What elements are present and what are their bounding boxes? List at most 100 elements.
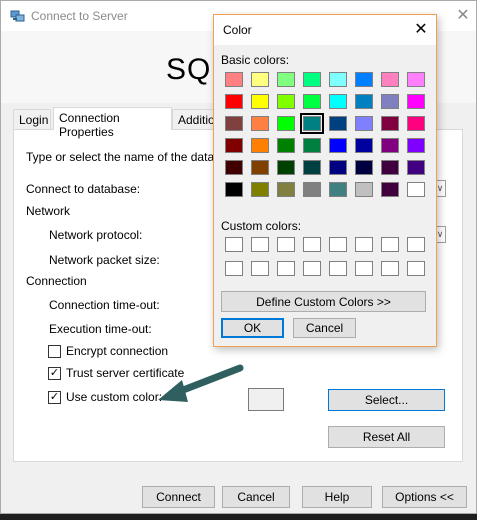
basic-color-swatch[interactable] bbox=[251, 138, 269, 153]
encrypt-connection-checkbox[interactable] bbox=[48, 345, 61, 358]
tab-additional-label: Additio bbox=[178, 113, 215, 127]
basic-color-swatch[interactable] bbox=[407, 94, 425, 109]
basic-color-swatch[interactable] bbox=[303, 160, 321, 175]
basic-color-swatch[interactable] bbox=[225, 182, 243, 197]
checkmark-icon: ✓ bbox=[49, 391, 60, 403]
connect-button[interactable]: Connect bbox=[142, 486, 215, 508]
basic-color-swatch[interactable] bbox=[407, 160, 425, 175]
close-icon[interactable]: ✕ bbox=[455, 7, 471, 25]
cancel-button[interactable]: Cancel bbox=[222, 486, 290, 508]
custom-color-swatch[interactable] bbox=[329, 237, 347, 252]
basic-color-swatch[interactable] bbox=[329, 138, 347, 153]
custom-color-swatch[interactable] bbox=[355, 237, 373, 252]
basic-color-swatch[interactable] bbox=[329, 160, 347, 175]
custom-color-swatch[interactable] bbox=[407, 261, 425, 276]
options-button[interactable]: Options << bbox=[382, 486, 467, 508]
custom-color-swatch[interactable] bbox=[407, 237, 425, 252]
basic-color-swatch[interactable] bbox=[355, 160, 373, 175]
custom-color-swatch[interactable] bbox=[303, 237, 321, 252]
basic-color-swatch[interactable] bbox=[303, 72, 321, 87]
basic-color-swatch[interactable] bbox=[355, 182, 373, 197]
trust-server-certificate-checkbox[interactable]: ✓ bbox=[48, 367, 61, 380]
basic-color-swatch[interactable] bbox=[407, 138, 425, 153]
basic-color-swatch[interactable] bbox=[381, 116, 399, 131]
basic-color-swatch[interactable] bbox=[251, 160, 269, 175]
basic-color-swatch[interactable] bbox=[225, 160, 243, 175]
custom-color-swatch[interactable] bbox=[303, 261, 321, 276]
server-icon bbox=[10, 10, 25, 22]
tab-additional[interactable]: Additio bbox=[172, 109, 216, 129]
custom-color-swatch[interactable] bbox=[277, 261, 295, 276]
basic-color-swatch[interactable] bbox=[329, 72, 347, 87]
basic-color-swatch[interactable] bbox=[225, 94, 243, 109]
custom-color-swatch[interactable] bbox=[251, 237, 269, 252]
basic-color-swatch[interactable] bbox=[381, 94, 399, 109]
custom-color-preview bbox=[248, 388, 284, 411]
basic-color-swatch[interactable] bbox=[407, 182, 425, 197]
help-button[interactable]: Help bbox=[302, 486, 372, 508]
basic-color-swatch[interactable] bbox=[381, 160, 399, 175]
define-custom-colors-button[interactable]: Define Custom Colors >> bbox=[221, 291, 426, 312]
basic-color-swatch[interactable] bbox=[381, 138, 399, 153]
basic-color-swatch[interactable] bbox=[303, 182, 321, 197]
basic-color-swatch[interactable] bbox=[251, 72, 269, 87]
basic-color-swatch[interactable] bbox=[303, 138, 321, 153]
basic-color-swatch[interactable] bbox=[329, 182, 347, 197]
basic-color-swatch[interactable] bbox=[329, 116, 347, 131]
basic-color-swatch[interactable] bbox=[407, 72, 425, 87]
ok-button[interactable]: OK bbox=[221, 318, 284, 338]
window-title: Connect to Server bbox=[31, 9, 128, 23]
basic-color-swatch[interactable] bbox=[277, 160, 295, 175]
color-dialog-title-bar: Color ✕ bbox=[214, 15, 436, 45]
cancel-button[interactable]: Cancel bbox=[293, 318, 356, 338]
chevron-down-icon: ∨ bbox=[436, 183, 444, 193]
basic-color-swatch[interactable] bbox=[277, 94, 295, 109]
execution-timeout-label: Execution time-out: bbox=[49, 322, 152, 336]
basic-color-swatch[interactable] bbox=[355, 94, 373, 109]
tab-connection-properties[interactable]: Connection Properties bbox=[53, 107, 172, 139]
tab-login-label: Login bbox=[19, 113, 49, 127]
basic-color-swatch[interactable] bbox=[355, 116, 373, 131]
basic-color-swatch[interactable] bbox=[277, 138, 295, 153]
tab-login[interactable]: Login bbox=[13, 109, 51, 129]
basic-color-swatch[interactable] bbox=[251, 116, 269, 131]
basic-color-swatch[interactable] bbox=[355, 72, 373, 87]
basic-color-swatch[interactable] bbox=[303, 94, 321, 109]
custom-color-swatch[interactable] bbox=[355, 261, 373, 276]
basic-color-swatch[interactable] bbox=[225, 116, 243, 131]
taskbar-strip bbox=[0, 514, 477, 520]
custom-color-swatch[interactable] bbox=[251, 261, 269, 276]
basic-color-swatch[interactable] bbox=[300, 113, 324, 134]
network-packet-size-label: Network packet size: bbox=[49, 253, 160, 267]
basic-color-swatch[interactable] bbox=[277, 182, 295, 197]
basic-color-swatch[interactable] bbox=[381, 182, 399, 197]
use-custom-color-checkbox[interactable]: ✓ bbox=[48, 391, 61, 404]
custom-color-swatch[interactable] bbox=[277, 237, 295, 252]
custom-color-swatch[interactable] bbox=[381, 237, 399, 252]
instruction-text: Type or select the name of the database bbox=[26, 150, 241, 164]
color-dialog: Color ✕ Basic colors: Custom colors: Def… bbox=[213, 14, 437, 347]
reset-all-button[interactable]: Reset All bbox=[328, 426, 445, 448]
basic-color-swatch[interactable] bbox=[277, 72, 295, 87]
basic-color-swatch[interactable] bbox=[277, 116, 295, 131]
basic-color-swatch[interactable] bbox=[329, 94, 347, 109]
basic-color-swatch[interactable] bbox=[251, 94, 269, 109]
chevron-down-icon: ∨ bbox=[436, 229, 444, 239]
custom-color-swatch[interactable] bbox=[225, 237, 243, 252]
basic-color-swatch[interactable] bbox=[381, 72, 399, 87]
basic-color-swatch[interactable] bbox=[225, 138, 243, 153]
select-color-button[interactable]: Select... bbox=[328, 389, 445, 411]
custom-color-swatch[interactable] bbox=[225, 261, 243, 276]
custom-color-swatch[interactable] bbox=[381, 261, 399, 276]
basic-color-swatch[interactable] bbox=[355, 138, 373, 153]
basic-color-swatch[interactable] bbox=[407, 116, 425, 131]
encrypt-connection-label: Encrypt connection bbox=[66, 344, 169, 358]
connect-to-database-label: Connect to database: bbox=[26, 182, 141, 196]
custom-color-swatch[interactable] bbox=[329, 261, 347, 276]
custom-colors-label: Custom colors: bbox=[221, 219, 302, 233]
basic-color-swatch[interactable] bbox=[251, 182, 269, 197]
close-icon[interactable]: ✕ bbox=[412, 20, 430, 40]
basic-color-swatch[interactable] bbox=[225, 72, 243, 87]
connection-section-label: Connection bbox=[26, 274, 87, 288]
basic-colors-label: Basic colors: bbox=[221, 53, 290, 67]
